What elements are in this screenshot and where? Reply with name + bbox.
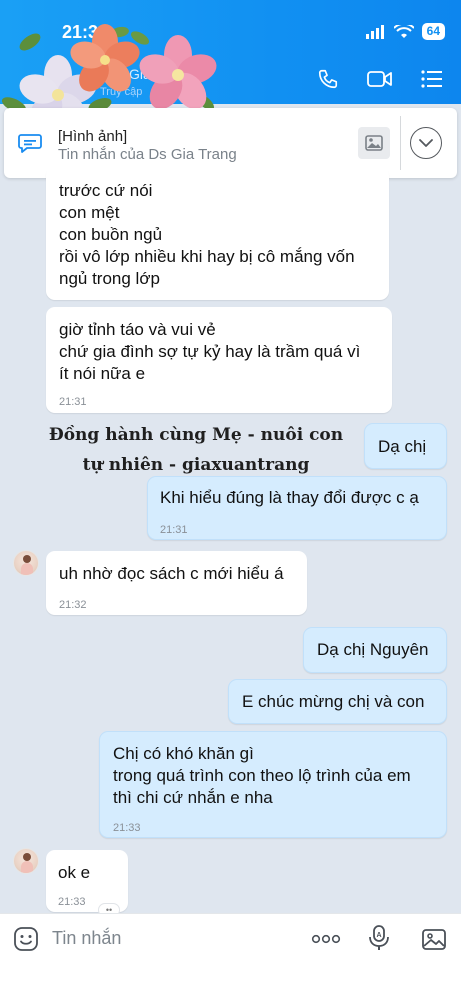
message-incoming[interactable]: uh nhờ đọc sách c mới hiểu á 21:32 [46, 551, 307, 615]
chevron-down-icon [419, 138, 433, 147]
message-line: Khi hiểu đúng là thay đổi được c ạ [160, 488, 419, 507]
emoji-icon[interactable] [13, 926, 39, 952]
phone-icon[interactable] [317, 68, 339, 90]
message-line: Dạ chị Nguyên [317, 640, 429, 659]
message-outgoing[interactable]: Dạ chị [364, 423, 447, 469]
message-line: Dạ chị [378, 437, 427, 456]
message-line: giờ tỉnh táo và vui vẻ [59, 320, 216, 339]
watermark-text: Đồng hành cùng Mẹ - nuôi con tự nhiên - … [26, 420, 366, 480]
message-time: 21:33 [58, 896, 86, 908]
image-icon[interactable] [358, 127, 390, 159]
message-line: con buồn ngủ [59, 225, 163, 244]
header-actions [317, 68, 443, 90]
pinned-subtitle: Tin nhắn của Ds Gia Trang [58, 146, 237, 163]
pinned-divider [400, 116, 401, 170]
message-line: thì chi cứ nhắn e nha [113, 788, 273, 807]
avatar[interactable] [13, 550, 39, 576]
message-line: Chị có khó khăn gì [113, 744, 254, 763]
message-incoming[interactable]: trước cứ nói con mệt con buồn ngủ rồi vô… [46, 166, 389, 300]
message-time: 21:31 [59, 396, 87, 408]
message-line: rồi vô lớp nhiều khi hay bị cô mắng vốn [59, 247, 355, 266]
message-line: E chúc mừng chị và con [242, 692, 425, 711]
message-line: con mệt [59, 203, 120, 222]
message-line: trước cứ nói [59, 181, 153, 200]
svg-text:A: A [376, 932, 381, 939]
menu-icon[interactable] [421, 69, 443, 89]
message-outgoing[interactable]: Chị có khó khăn gì trong quá trình con t… [99, 731, 447, 838]
message-outgoing[interactable]: Dạ chị Nguyên [303, 627, 447, 673]
battery-level: 64 [421, 23, 445, 40]
message-input[interactable]: Tin nhắn [52, 928, 121, 949]
chat-pin-icon [18, 134, 42, 153]
message-incoming[interactable]: giờ tỉnh táo và vui vẻ chứ gia đình sợ t… [46, 307, 392, 413]
message-line: ít nói nữa e [59, 364, 146, 383]
video-icon[interactable] [367, 69, 393, 89]
message-time: 21:31 [160, 524, 188, 536]
signal-icon [365, 24, 384, 39]
wifi-icon [393, 24, 414, 38]
message-line: ok e [58, 863, 91, 882]
status-icons: 64 [365, 23, 445, 40]
more-icon[interactable] [311, 934, 341, 944]
message-line: ngủ trong lớp [59, 269, 160, 288]
avatar[interactable] [13, 848, 39, 874]
message-line: chứ gia đình sợ tự kỷ hay là trầm quá vì [59, 342, 361, 361]
message-line: trong quá trình con theo lộ trình của em [113, 766, 411, 785]
pinned-title: [Hình ảnh] [58, 128, 128, 145]
gallery-icon[interactable] [422, 927, 448, 951]
message-time: 21:33 [113, 822, 141, 834]
mic-icon[interactable]: A [368, 924, 390, 952]
message-line: uh nhờ đọc sách c mới hiểu á [59, 564, 284, 583]
message-time: 21:32 [59, 599, 87, 611]
composer-bar: Tin nhắn A [0, 913, 461, 1000]
message-outgoing[interactable]: E chúc mừng chị và con [228, 679, 447, 724]
message-outgoing[interactable]: Khi hiểu đúng là thay đổi được c ạ 21:31 [147, 476, 447, 540]
pinned-expand-button[interactable] [410, 127, 442, 159]
watermark-line: Đồng hành cùng Mẹ - nuôi con [48, 425, 344, 445]
